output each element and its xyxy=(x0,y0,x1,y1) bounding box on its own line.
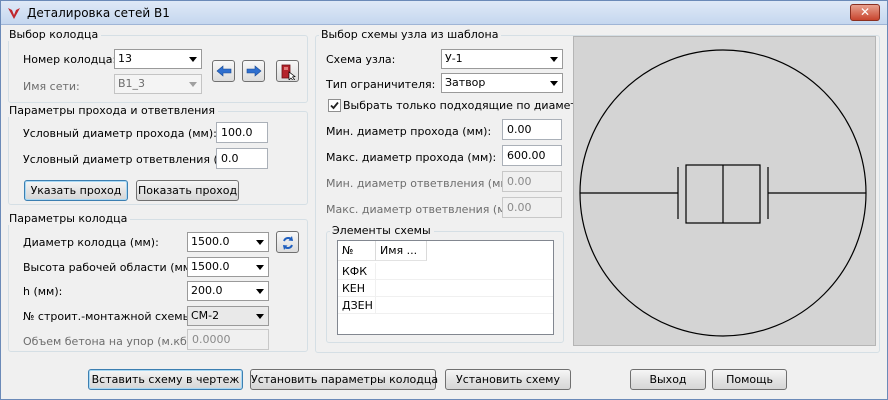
work-height-value: 1500.0 xyxy=(191,260,230,273)
list-item[interactable]: КФК xyxy=(338,263,553,280)
elements-list[interactable]: № Имя ... КФК КЕН ДЗЕН xyxy=(337,240,554,335)
set-scheme-button[interactable]: Установить схему xyxy=(445,369,571,390)
well-params-legend: Параметры колодца xyxy=(7,212,131,225)
list-item[interactable]: ДЗЕН xyxy=(338,297,553,314)
chevron-down-icon[interactable] xyxy=(252,307,268,325)
limiter-value: Затвор xyxy=(445,76,486,89)
scheme-number-label: № строит.-монтажной схемы: xyxy=(23,310,195,323)
min-branch-field[interactable]: 0.00 xyxy=(502,171,562,192)
list-item[interactable]: КЕН xyxy=(338,280,553,297)
arrow-left-icon xyxy=(216,65,232,77)
insert-scheme-button[interactable]: Вставить схему в чертеж xyxy=(88,369,243,390)
refresh-diameter-button[interactable] xyxy=(276,231,299,253)
chevron-down-icon[interactable] xyxy=(252,282,268,300)
well-diameter-value: 1500.0 xyxy=(191,235,230,248)
checkmark-icon xyxy=(330,101,339,110)
chevron-down-icon[interactable] xyxy=(252,258,268,276)
max-pass-field[interactable]: 600.00 xyxy=(502,145,562,166)
chevron-down-icon[interactable] xyxy=(185,50,201,68)
concrete-volume-label: Объем бетона на упор (м.кб.): xyxy=(23,335,199,348)
chevron-down-icon[interactable] xyxy=(546,50,562,68)
dialog-client-area: Выбор колодца Номер колодца: 13 Имя сети… xyxy=(4,26,884,398)
pass-diameter-field[interactable]: 100.0 xyxy=(216,122,268,143)
only-matching-checkbox[interactable] xyxy=(328,99,341,112)
limiter-label: Тип ограничителя: xyxy=(326,78,436,91)
h-value: 200.0 xyxy=(191,284,223,297)
exit-button[interactable]: Выход xyxy=(630,369,706,390)
network-name-label: Имя сети: xyxy=(23,80,80,93)
pick-on-drawing-icon xyxy=(281,64,296,80)
well-scheme-drawing xyxy=(579,49,867,337)
work-height-combo[interactable]: 1500.0 xyxy=(187,257,269,277)
limiter-combo[interactable]: Затвор xyxy=(441,73,563,93)
list-item-number: КФК xyxy=(338,263,376,280)
next-well-button[interactable] xyxy=(242,60,265,82)
prev-well-button[interactable] xyxy=(212,60,235,82)
well-number-value: 13 xyxy=(118,52,132,65)
scheme-label: Схема узла: xyxy=(326,53,396,66)
well-select-legend: Выбор колодца xyxy=(7,28,102,41)
scheme-number-value: СМ-2 xyxy=(191,309,220,322)
list-item-number: КЕН xyxy=(338,280,376,297)
window-title: Деталировка сетей В1 xyxy=(27,6,170,20)
scheme-value: У-1 xyxy=(445,52,463,65)
work-height-label: Высота рабочей области (мм): xyxy=(23,261,200,274)
dialog-window: Деталировка сетей В1 ✕ Выбор колодца Ном… xyxy=(0,0,888,400)
max-pass-label: Макс. диаметр прохода (мм): xyxy=(326,151,497,164)
min-pass-label: Мин. диаметр прохода (мм): xyxy=(326,125,492,138)
elements-legend: Элементы схемы xyxy=(330,224,434,237)
concrete-volume-field[interactable]: 0.0000 xyxy=(187,329,269,350)
list-item-number: ДЗЕН xyxy=(338,297,376,314)
pass-diameter-label: Условный диаметр прохода (мм): xyxy=(23,127,217,140)
column-header-number[interactable]: № xyxy=(338,241,376,261)
h-label: h (мм): xyxy=(23,285,63,298)
well-number-label: Номер колодца: xyxy=(23,53,117,66)
show-pass-button[interactable]: Показать проход xyxy=(136,180,239,201)
set-well-params-button[interactable]: Установить параметры колодца xyxy=(250,369,438,390)
chevron-down-icon[interactable] xyxy=(546,74,562,92)
app-logo-icon xyxy=(8,8,20,19)
arrow-right-icon xyxy=(246,65,262,77)
only-matching-label[interactable]: Выбрать только подходящие по диаметру xyxy=(343,99,590,112)
well-diameter-label: Диаметр колодца (мм): xyxy=(23,236,159,249)
network-name-value: В1_3 xyxy=(118,77,146,90)
template-legend: Выбор схемы узла из шаблона xyxy=(319,28,502,41)
scheme-combo[interactable]: У-1 xyxy=(441,49,563,69)
chevron-down-icon[interactable] xyxy=(185,75,201,93)
scheme-preview xyxy=(573,36,876,346)
branch-diameter-field[interactable]: 0.0 xyxy=(216,148,268,169)
max-branch-field[interactable]: 0.00 xyxy=(502,197,562,218)
min-pass-field[interactable]: 0.00 xyxy=(502,119,562,140)
chevron-down-icon[interactable] xyxy=(252,233,268,251)
well-diameter-combo[interactable]: 1500.0 xyxy=(187,232,269,252)
specify-pass-button[interactable]: Указать проход xyxy=(24,180,128,201)
h-combo[interactable]: 200.0 xyxy=(187,281,269,301)
scheme-number-combo[interactable]: СМ-2 xyxy=(187,306,269,326)
max-branch-label: Макс. диаметр ответвления (мм): xyxy=(326,203,522,216)
min-branch-label: Мин. диаметр ответвления (мм): xyxy=(326,177,517,190)
pick-well-button[interactable] xyxy=(276,60,299,82)
title-bar[interactable]: Деталировка сетей В1 ✕ xyxy=(1,1,887,25)
network-name-combo[interactable]: В1_3 xyxy=(114,74,202,94)
refresh-icon xyxy=(283,236,293,250)
well-number-combo[interactable]: 13 xyxy=(114,49,202,69)
branch-diameter-label: Условный диаметр ответвления (мм) xyxy=(23,153,239,166)
column-header-name[interactable]: Имя ... xyxy=(376,241,427,261)
pass-params-legend: Параметры прохода и ответвления xyxy=(7,104,219,117)
close-button[interactable]: ✕ xyxy=(850,4,880,21)
help-button[interactable]: Помощь xyxy=(712,369,787,390)
